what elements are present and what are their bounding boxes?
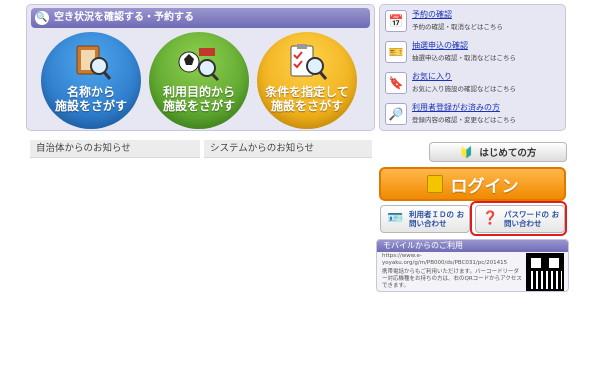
user-menu-panel: 📅 予約の確認 予約の確認・取消などはこちら 🎫 抽選申込の確認 抽選申込の確認… (379, 4, 566, 131)
local-gov-notice-header: 自治体からのお知らせ (30, 140, 200, 158)
search-by-purpose-button[interactable]: 利用目的から 施設をさがす (149, 32, 249, 129)
sidebar-item-title[interactable]: 予約の確認 (412, 9, 452, 20)
qr-code-icon (526, 253, 564, 291)
highlight-outline (470, 201, 567, 236)
user-id-inquiry-button[interactable]: 🪪 利用者ＩＤの お問い合わせ (380, 205, 470, 233)
sidebar-item-lottery[interactable]: 🎫 抽選申込の確認 抽選申込の確認・取消などはこちら (385, 39, 563, 67)
search-by-condition-line1: 条件を指定して (265, 85, 349, 99)
login-button[interactable]: ログイン (379, 167, 566, 201)
search-by-condition-line2: 施設をさがす (270, 99, 343, 113)
sidebar-item-desc: 登録内容の確認・変更などはこちら (412, 116, 516, 124)
search-by-condition-button[interactable]: 条件を指定して 施設をさがす (257, 32, 357, 129)
sidebar-item-title[interactable]: 抽選申込の確認 (412, 40, 468, 51)
sports-balls-icon (178, 48, 220, 82)
mobile-url: https://www.e-yoyaku.org/g/m/PB000/ds/PB… (382, 253, 508, 266)
search-by-name-line1: 名称から (66, 85, 115, 99)
sidebar-item-favorites[interactable]: 🔖 お気に入り お気に入り施設の確認などはこちら (385, 70, 563, 98)
search-panel: 🔍 空き状況を確認する・予約する 名称から 施設をさがす 利用目的から 施設をさ… (26, 4, 375, 131)
system-notice-header: システムからのお知らせ (204, 140, 372, 158)
sidebar-item-desc: お気に入り施設の確認などはこちら (412, 85, 516, 93)
beginner-leaf-icon: 🔰 (459, 145, 474, 159)
search-by-purpose-line1: 利用目的から (162, 85, 235, 99)
search-panel-header: 🔍 空き状況を確認する・予約する (31, 8, 370, 28)
sidebar-item-reservation[interactable]: 📅 予約の確認 予約の確認・取消などはこちら (385, 8, 563, 36)
first-time-label: はじめての方 (479, 148, 537, 159)
search-by-name-line2: 施設をさがす (54, 99, 127, 113)
sidebar-item-title[interactable]: お気に入り (412, 71, 452, 82)
user-id-inquiry-label: 利用者ＩＤの お問い合わせ (409, 210, 465, 228)
mobile-description: 携帯電話からもご利用いただけます。バーコードリーダー対応機種をお持ちの方は、右の… (382, 269, 522, 289)
search-by-name-button[interactable]: 名称から 施設をさがす (41, 32, 141, 129)
sidebar-item-desc: 予約の確認・取消などはこちら (412, 23, 503, 31)
first-time-button[interactable]: 🔰 はじめての方 (429, 142, 567, 162)
mobile-access-title: モバイルからのご利用 (377, 240, 568, 252)
sidebar-item-title[interactable]: 利用者登録がお済みの方 (412, 102, 500, 113)
bookmark-icon: 🔖 (385, 72, 407, 94)
magnifier-icon: 🔍 (35, 11, 49, 25)
user-search-icon: 🔎 (385, 103, 407, 125)
login-label: ログイン (450, 176, 519, 197)
search-panel-title: 空き状況を確認する・予約する (54, 12, 194, 23)
calendar-icon: 📅 (385, 10, 407, 32)
clipboard-checklist-icon (290, 44, 328, 80)
sidebar-item-desc: 抽選申込の確認・取消などはこちら (412, 54, 516, 62)
mobile-access-panel: モバイルからのご利用 https://www.e-yoyaku.org/g/m/… (376, 239, 569, 292)
id-card-icon: 🪪 (387, 211, 404, 226)
lock-icon (426, 175, 443, 193)
notebook-icon (76, 45, 112, 80)
search-by-purpose-line2: 施設をさがす (162, 99, 235, 113)
lottery-icon: 🎫 (385, 41, 407, 63)
sidebar-item-registered-user[interactable]: 🔎 利用者登録がお済みの方 登録内容の確認・変更などはこちら (385, 101, 563, 129)
